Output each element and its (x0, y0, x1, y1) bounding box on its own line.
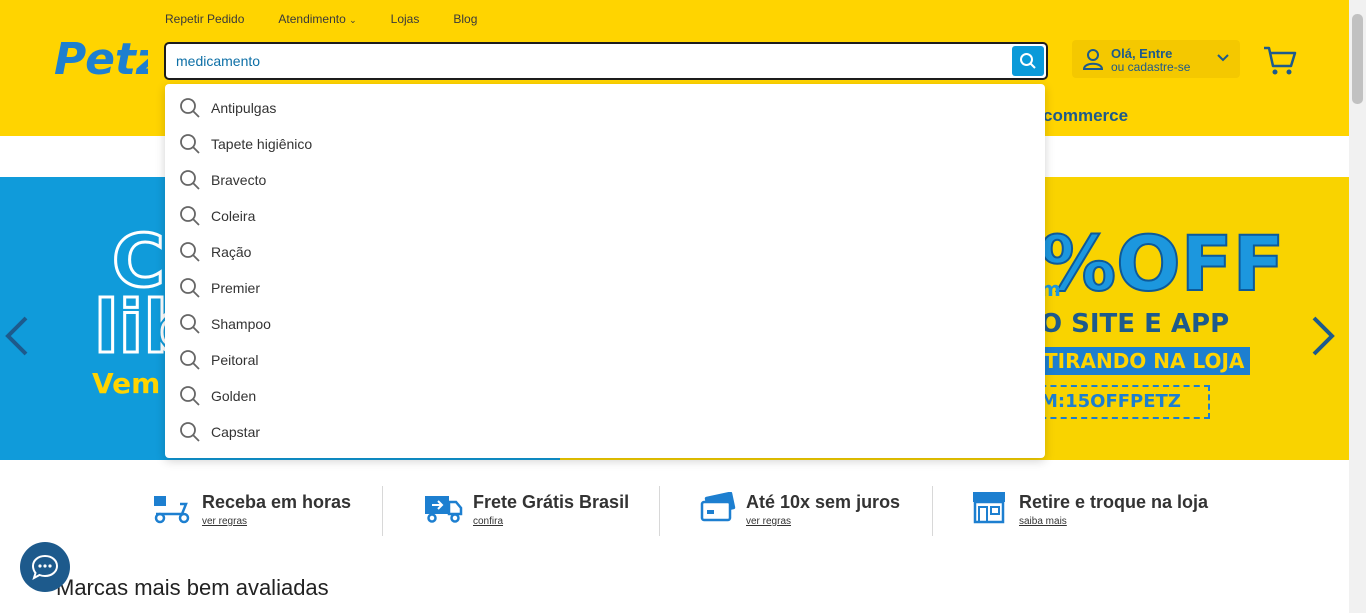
suggestion-label: Golden (211, 388, 257, 404)
chat-button[interactable] (20, 542, 70, 592)
feature-title: Frete Grátis Brasil (473, 492, 630, 512)
search-icon (180, 134, 200, 154)
repeat-order-link[interactable]: Repetir Pedido (165, 12, 244, 26)
search-icon (180, 170, 200, 190)
search-icon (180, 314, 200, 334)
suggestion-label: Shampoo (211, 316, 271, 332)
suggestion-label: Peitoral (211, 352, 259, 368)
blog-link[interactable]: Blog (453, 12, 477, 26)
feature-fast-delivery: Receba em horas ver regras (150, 486, 370, 536)
search-button[interactable] (1012, 46, 1044, 76)
feature-installments: Até 10x sem juros ver regras (694, 486, 914, 536)
support-label: Atendimento (278, 12, 346, 26)
banner-coupon-text: M:15OFFPETZ (1030, 385, 1210, 419)
search-icon (180, 278, 200, 298)
cart-icon[interactable] (1262, 44, 1298, 78)
account-menu[interactable]: Olá, Entre ou cadastre-se (1072, 40, 1240, 78)
suggestion-label: Bravecto (211, 172, 267, 188)
search-icon (180, 98, 200, 118)
logo-text: Petz (54, 34, 148, 82)
banner-prev-arrow-icon[interactable] (4, 316, 30, 356)
credit-card-icon (700, 492, 736, 522)
page-scrollbar[interactable] (1349, 0, 1366, 613)
feature-title: Até 10x sem juros (746, 492, 901, 512)
banner-site-app-text: O SITE E APP (1040, 309, 1230, 339)
chevron-down-icon: ⌄ (349, 15, 357, 25)
feature-link[interactable]: ver regras (746, 516, 791, 527)
scrollbar-thumb[interactable] (1352, 14, 1363, 104)
suggestion-item[interactable]: Ração (179, 237, 251, 267)
suggestion-label: Antipulgas (211, 100, 277, 116)
chat-bubble-icon (31, 554, 59, 581)
feature-store-pickup: Retire e troque na loja saiba mais (967, 486, 1209, 536)
search-input[interactable] (176, 44, 1006, 78)
suggestion-item[interactable]: Shampoo (179, 309, 271, 339)
suggestion-label: Tapete higiênico (211, 136, 313, 152)
truck-icon (425, 496, 463, 523)
search-icon (180, 422, 200, 442)
search-bar (164, 42, 1048, 80)
suggestion-item[interactable]: Golden (179, 381, 256, 411)
stores-link[interactable]: Lojas (391, 12, 420, 26)
suggestion-item[interactable]: Capstar (179, 417, 260, 447)
search-icon (1020, 53, 1036, 69)
suggestion-label: Capstar (211, 424, 261, 440)
account-signup: ou cadastre-se (1111, 60, 1191, 74)
feature-free-shipping: Frete Grátis Brasil confira (421, 486, 651, 536)
feature-link[interactable]: saiba mais (1019, 516, 1067, 527)
feature-divider (659, 486, 660, 536)
feature-title: Receba em horas (202, 492, 352, 512)
features-bar: Receba em horas ver regras Frete Grátis … (0, 476, 1349, 546)
suggestion-label: Coleira (211, 208, 256, 224)
search-icon (180, 386, 200, 406)
suggestion-item[interactable]: Peitoral (179, 345, 258, 375)
suggestion-item[interactable]: Premier (179, 273, 260, 303)
banner-next-arrow-icon[interactable] (1310, 316, 1336, 356)
search-icon (180, 350, 200, 370)
suggestion-item[interactable]: Bravecto (179, 165, 266, 195)
user-icon (1082, 49, 1104, 70)
feature-divider (382, 486, 383, 536)
top-links: Repetir Pedido Atendimento ⌄ Lojas Blog (165, 12, 477, 26)
suggestion-item[interactable]: Coleira (179, 201, 255, 231)
account-greeting: Olá, Entre (1111, 46, 1173, 61)
banner-left-text-3: Vem (92, 367, 161, 400)
petz-logo[interactable]: Petz (52, 28, 148, 82)
section-title: Marcas mais bem avaliadas (56, 575, 329, 600)
banner-pickup-text: TIRANDO NA LOJA (1030, 347, 1250, 375)
banner-discount-text: %OFF (1039, 218, 1286, 309)
suggestion-label: Ração (211, 244, 252, 260)
search-suggestions-dropdown: Antipulgas Tapete higiênico Bravecto Col… (165, 84, 1045, 458)
feature-divider (932, 486, 933, 536)
search-icon (180, 242, 200, 262)
search-icon (180, 206, 200, 226)
feature-link[interactable]: ver regras (202, 516, 247, 527)
support-link[interactable]: Atendimento ⌄ (278, 12, 356, 26)
ecommerce-label-partial[interactable]: commerce (1043, 106, 1128, 126)
suggestion-item[interactable]: Tapete higiênico (179, 129, 312, 159)
store-icon (973, 492, 1005, 524)
feature-link[interactable]: confira (473, 516, 503, 527)
chevron-down-icon (1217, 54, 1229, 62)
delivery-scooter-icon (154, 496, 190, 524)
feature-title: Retire e troque na loja (1019, 492, 1209, 512)
suggestion-item[interactable]: Antipulgas (179, 93, 276, 123)
suggestion-label: Premier (211, 280, 261, 296)
